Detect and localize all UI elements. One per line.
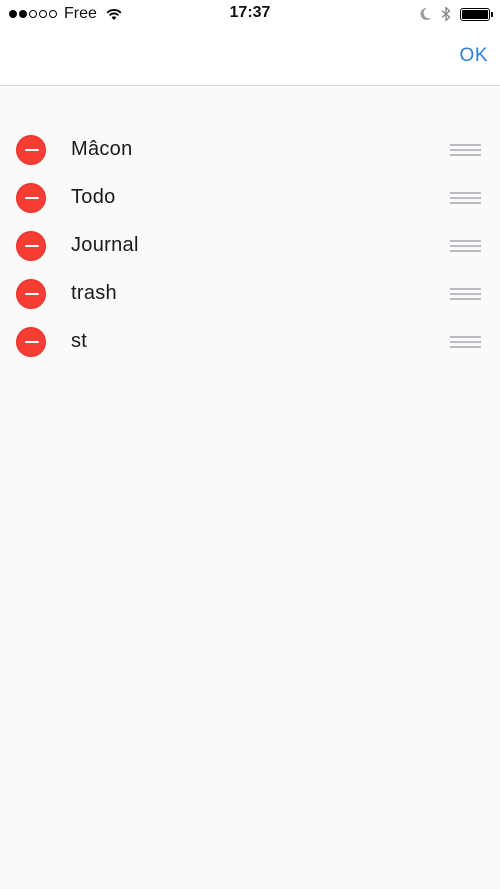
list-item[interactable]: Journal xyxy=(0,222,500,270)
delete-minus-icon[interactable] xyxy=(16,279,46,309)
delete-minus-icon[interactable] xyxy=(16,327,46,357)
reorder-handle-icon[interactable] xyxy=(450,240,481,252)
delete-minus-icon[interactable] xyxy=(16,231,46,261)
minus-bar xyxy=(25,341,39,343)
minus-bar xyxy=(25,149,39,151)
reorder-handle-icon[interactable] xyxy=(450,144,481,156)
ok-button[interactable]: OK xyxy=(460,45,488,67)
list-item[interactable]: Mâcon xyxy=(0,126,500,174)
minus-bar xyxy=(25,245,39,247)
list-item-label: Mâcon xyxy=(71,138,133,160)
edit-list: Mâcon Todo Journal trash st xyxy=(0,126,500,366)
minus-bar xyxy=(25,293,39,295)
list-item-label: Todo xyxy=(71,186,116,208)
delete-minus-icon[interactable] xyxy=(16,135,46,165)
list-item-label: Journal xyxy=(71,234,139,256)
reorder-handle-icon[interactable] xyxy=(450,336,481,348)
delete-minus-icon[interactable] xyxy=(16,183,46,213)
navigation-bar: OK xyxy=(0,28,500,86)
status-bar: Free 17:37 xyxy=(0,0,500,28)
moon-icon xyxy=(420,7,431,20)
list-item[interactable]: st xyxy=(0,318,500,366)
list-item-label: trash xyxy=(71,282,117,304)
screen: Free 17:37 OK Mâcon Todo Journal trash s… xyxy=(0,0,500,889)
status-right xyxy=(418,5,493,23)
list-item[interactable]: Todo xyxy=(0,174,500,222)
reorder-handle-icon[interactable] xyxy=(450,288,481,300)
reorder-handle-icon[interactable] xyxy=(450,192,481,204)
list-item[interactable]: trash xyxy=(0,270,500,318)
minus-bar xyxy=(25,197,39,199)
bluetooth-icon xyxy=(441,6,451,22)
list-item-label: st xyxy=(71,330,88,352)
battery-fill xyxy=(462,9,488,19)
battery-icon xyxy=(460,7,493,21)
